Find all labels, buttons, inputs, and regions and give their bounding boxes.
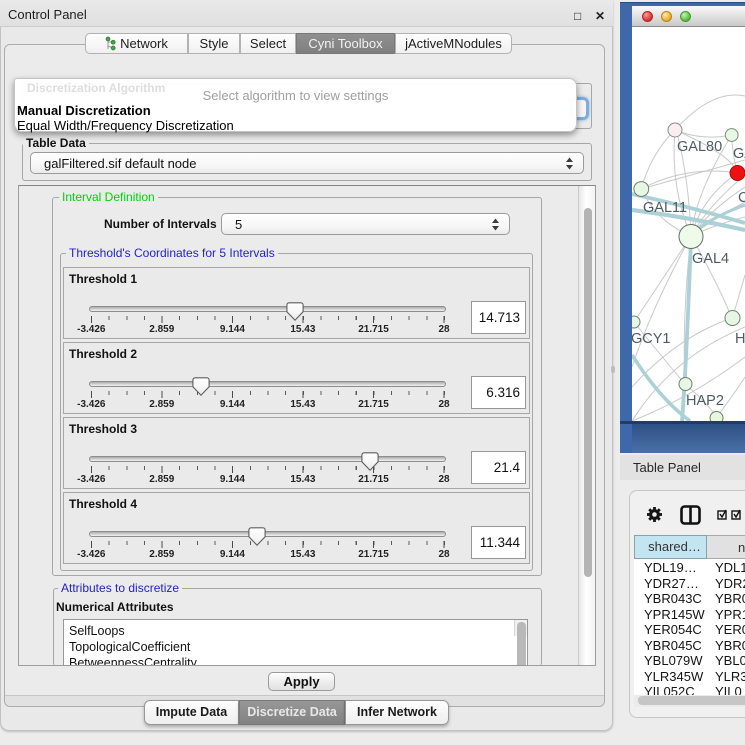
svg-text:C: C xyxy=(738,190,745,206)
svg-text:HAP2: HAP2 xyxy=(686,393,724,409)
svg-text:GAL80: GAL80 xyxy=(677,139,722,155)
svg-text:GA: GA xyxy=(733,146,745,162)
svg-text:GAL4: GAL4 xyxy=(692,251,729,267)
svg-text:GAL11: GAL11 xyxy=(643,200,687,216)
svg-text:GCY1: GCY1 xyxy=(632,331,671,347)
svg-text:H: H xyxy=(735,331,745,347)
